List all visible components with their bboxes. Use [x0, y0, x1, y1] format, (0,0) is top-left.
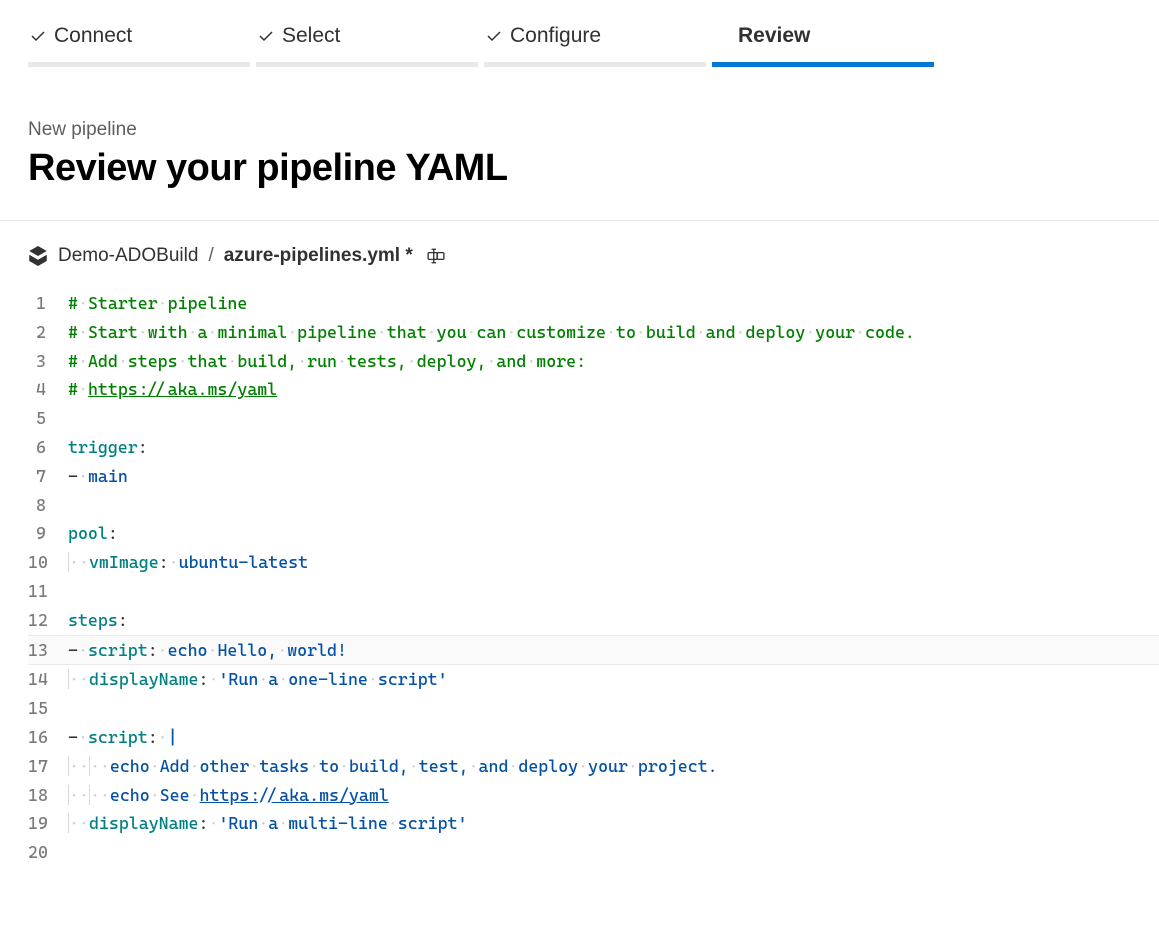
wizard-steps: Connect Select Configure Review	[0, 0, 1159, 67]
editor-line[interactable]: 3#·Add·steps·that·build,·run·tests,·depl…	[28, 347, 1159, 376]
line-content[interactable]	[68, 838, 1159, 867]
code-editor[interactable]: 1#·Starter·pipeline2#·Start·with·a·minim…	[0, 289, 1159, 867]
file-path: Demo-ADOBuild / azure-pipelines.yml *	[0, 221, 1159, 289]
line-number: 3	[28, 347, 68, 376]
page-title: Review your pipeline YAML	[28, 147, 1131, 190]
line-number: 7	[28, 462, 68, 491]
line-number: 6	[28, 433, 68, 462]
editor-line[interactable]: 11	[28, 577, 1159, 606]
line-content[interactable]	[68, 491, 1159, 520]
editor-line[interactable]: 1#·Starter·pipeline	[28, 289, 1159, 318]
line-content[interactable]: #·Add·steps·that·build,·run·tests,·deplo…	[68, 347, 1159, 376]
editor-line[interactable]: 18····echo·See·https://aka.ms/yaml	[28, 781, 1159, 810]
wizard-step-label: Configure	[510, 24, 601, 48]
header-section: New pipeline Review your pipeline YAML	[0, 67, 1159, 221]
wizard-step-review[interactable]: Review	[712, 20, 934, 67]
editor-line[interactable]: 9pool:	[28, 519, 1159, 548]
line-number: 10	[28, 548, 68, 577]
line-number: 9	[28, 519, 68, 548]
line-content[interactable]: ····echo·See·https://aka.ms/yaml	[68, 781, 1159, 810]
repo-icon	[28, 246, 48, 266]
line-content[interactable]: ····echo·Add·other·tasks·to·build,·test,…	[68, 752, 1159, 781]
wizard-step-configure[interactable]: Configure	[484, 20, 706, 67]
line-content[interactable]: -·script:·echo·Hello,·world!	[68, 636, 1159, 665]
editor-line[interactable]: 6trigger:	[28, 433, 1159, 462]
editor-line[interactable]: 15	[28, 694, 1159, 723]
editor-line[interactable]: 7-·main	[28, 462, 1159, 491]
editor-line[interactable]: 14··displayName:·'Run·a·one-line·script'	[28, 665, 1159, 694]
line-number: 13	[28, 636, 68, 665]
wizard-step-label: Review	[738, 24, 810, 48]
line-content[interactable]: #·https://aka.ms/yaml	[68, 375, 1159, 404]
line-content[interactable]: ··vmImage:·ubuntu-latest	[68, 548, 1159, 577]
line-content[interactable]: #·Starter·pipeline	[68, 289, 1159, 318]
path-separator: /	[208, 245, 213, 267]
line-number: 8	[28, 491, 68, 520]
line-content[interactable]: pool:	[68, 519, 1159, 548]
line-number: 12	[28, 606, 68, 635]
line-number: 19	[28, 809, 68, 838]
line-number: 18	[28, 781, 68, 810]
wizard-step-label: Select	[282, 24, 340, 48]
line-content[interactable]: -·script:·|	[68, 723, 1159, 752]
line-content[interactable]: steps:	[68, 606, 1159, 635]
editor-line[interactable]: 4#·https://aka.ms/yaml	[28, 375, 1159, 404]
editor-line[interactable]: 8	[28, 491, 1159, 520]
editor-line[interactable]: 5	[28, 404, 1159, 433]
editor-line[interactable]: 20	[28, 838, 1159, 867]
line-number: 2	[28, 318, 68, 347]
editor-line[interactable]: 2#·Start·with·a·minimal·pipeline·that·yo…	[28, 318, 1159, 347]
line-content[interactable]	[68, 577, 1159, 606]
wizard-step-label: Connect	[54, 24, 132, 48]
line-number: 5	[28, 404, 68, 433]
breadcrumb: New pipeline	[28, 119, 1131, 141]
editor-line[interactable]: 19··displayName:·'Run·a·multi-line·scrip…	[28, 809, 1159, 838]
line-number: 1	[28, 289, 68, 318]
editor-line[interactable]: 17····echo·Add·other·tasks·to·build,·tes…	[28, 752, 1159, 781]
checkmark-icon	[486, 28, 502, 44]
line-content[interactable]: trigger:	[68, 433, 1159, 462]
line-number: 14	[28, 665, 68, 694]
repo-name[interactable]: Demo-ADOBuild	[58, 245, 198, 267]
file-name: azure-pipelines.yml *	[224, 245, 413, 267]
line-content[interactable]: #·Start·with·a·minimal·pipeline·that·you…	[68, 318, 1159, 347]
line-number: 4	[28, 375, 68, 404]
rename-icon[interactable]	[427, 247, 445, 265]
editor-line[interactable]: 12steps:	[28, 606, 1159, 635]
editor-line[interactable]: 16-·script:·|	[28, 723, 1159, 752]
line-number: 11	[28, 577, 68, 606]
checkmark-icon	[30, 28, 46, 44]
editor-line[interactable]: 10··vmImage:·ubuntu-latest	[28, 548, 1159, 577]
line-content[interactable]	[68, 694, 1159, 723]
line-number: 17	[28, 752, 68, 781]
editor-line[interactable]: 13-·script:·echo·Hello,·world!	[28, 635, 1159, 666]
wizard-step-select[interactable]: Select	[256, 20, 478, 67]
line-number: 15	[28, 694, 68, 723]
line-content[interactable]: ··displayName:·'Run·a·one-line·script'	[68, 665, 1159, 694]
line-content[interactable]: ··displayName:·'Run·a·multi-line·script'	[68, 809, 1159, 838]
line-content[interactable]	[68, 404, 1159, 433]
line-number: 16	[28, 723, 68, 752]
line-number: 20	[28, 838, 68, 867]
checkmark-icon	[258, 28, 274, 44]
wizard-step-connect[interactable]: Connect	[28, 20, 250, 67]
line-content[interactable]: -·main	[68, 462, 1159, 491]
